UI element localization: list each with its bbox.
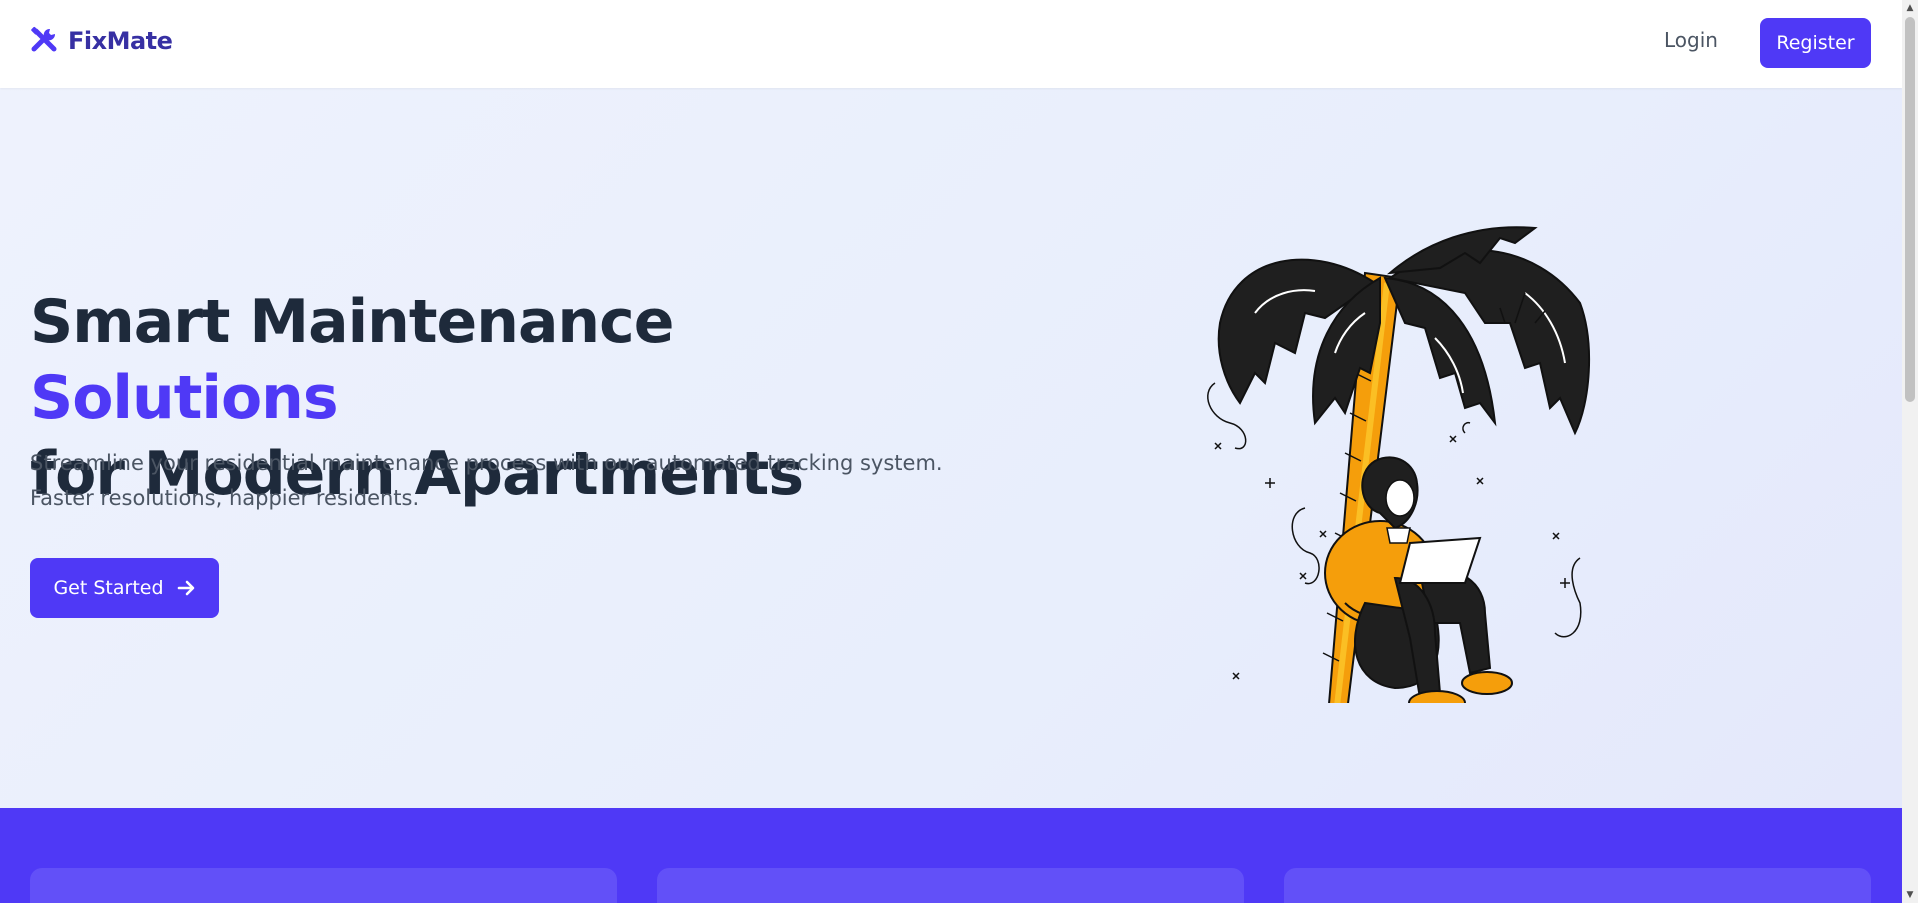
get-started-button[interactable]: Get Started (30, 558, 219, 618)
vertical-scrollbar[interactable]: ▲ ▼ (1902, 0, 1918, 903)
navbar: FixMate Login Register (0, 0, 1902, 88)
login-link[interactable]: Login (1664, 28, 1718, 52)
page: FixMate Login Register Smart Maintenance… (0, 0, 1902, 903)
scroll-up-icon[interactable]: ▲ (1902, 0, 1918, 16)
brand-logo-link[interactable]: FixMate (30, 26, 173, 56)
hero-subtitle: Streamline your residential maintenance … (30, 451, 943, 510)
feature-card (1284, 868, 1871, 903)
scroll-down-icon[interactable]: ▼ (1902, 887, 1918, 903)
brand-name: FixMate (68, 27, 173, 55)
feature-card (30, 868, 617, 903)
get-started-label: Get Started (53, 577, 164, 599)
hero-title-part1: Smart Maintenance (30, 287, 674, 357)
register-button[interactable]: Register (1760, 18, 1871, 68)
arrow-right-icon (177, 580, 194, 596)
features-section (0, 808, 1902, 903)
hero-section: Smart Maintenance Solutions for Modern Ap… (0, 88, 1902, 808)
feature-card (657, 868, 1244, 903)
hero-title-accent: Solutions (30, 363, 339, 433)
scrollbar-thumb[interactable] (1905, 17, 1915, 402)
hero-illustration (1207, 226, 1591, 703)
tools-icon (31, 26, 57, 52)
